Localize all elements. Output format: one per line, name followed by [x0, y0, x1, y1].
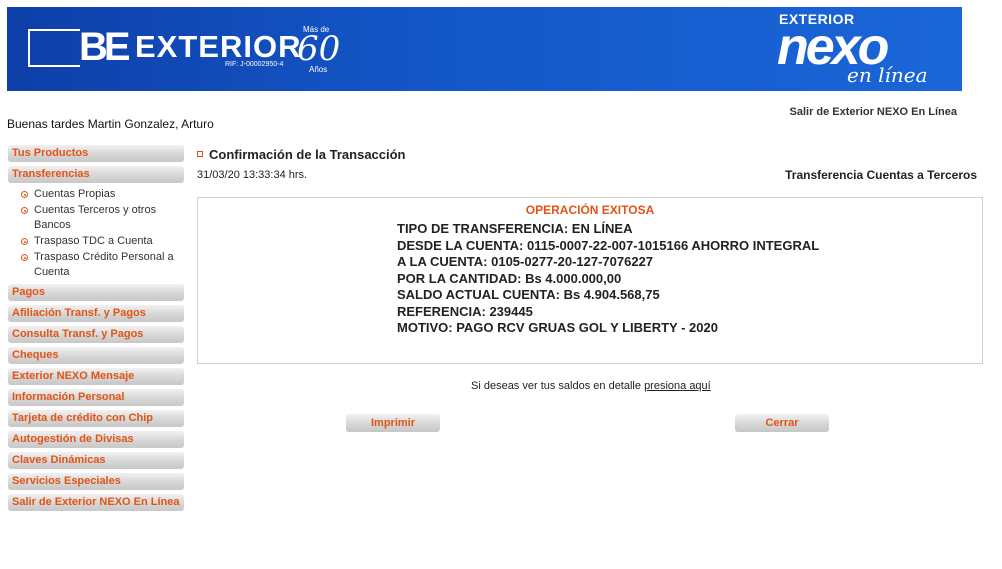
- bullet-icon: [21, 191, 28, 198]
- sidebar-item-tarjeta-chip[interactable]: Tarjeta de crédito con Chip: [8, 410, 184, 427]
- submenu-item-label: Cuentas Terceros y otros Bancos: [34, 204, 157, 231]
- transaction-timestamp: 31/03/20 13:33:34 hrs.: [197, 169, 308, 181]
- detail-reason: MOTIVO: PAGO RCV GRUAS GOL Y LIBERTY - 2…: [397, 320, 718, 335]
- bank-logo-mark: BE: [79, 25, 131, 69]
- sidebar-item-info-personal[interactable]: Información Personal: [8, 389, 184, 406]
- bank-logo-name: EXTERIOR: [135, 29, 302, 64]
- close-button[interactable]: Cerrar: [735, 414, 829, 432]
- product-logo-sub: en línea: [847, 63, 928, 87]
- sidebar-item-afiliacion[interactable]: Afiliación Transf. y Pagos: [8, 305, 184, 322]
- bullet-icon: [21, 207, 28, 214]
- sidebar-item-salir[interactable]: Salir de Exterior NEXO En Línea: [8, 494, 184, 511]
- sidebar-item-servicios[interactable]: Servicios Especiales: [8, 473, 184, 490]
- sidebar-item-nexo-mensaje[interactable]: Exterior NEXO Mensaje: [8, 368, 184, 385]
- balance-detail-prompt: Si deseas ver tus saldos en detalle pres…: [471, 380, 711, 392]
- detail-transfer-type: TIPO DE TRANSFERENCIA: EN LÍNEA: [397, 221, 633, 236]
- sidebar-item-tus-productos[interactable]: Tus Productos: [8, 145, 184, 162]
- anniversary-badge: Más de 60 Años: [295, 25, 341, 75]
- user-greeting: Buenas tardes Martin Gonzalez, Arturo: [7, 117, 214, 131]
- detail-reference: REFERENCIA: 239445: [397, 303, 533, 319]
- confirmation-panel: OPERACIÓN EXITOSA TIPO DE TRANSFERENCIA:…: [197, 197, 983, 364]
- transaction-details: TIPO DE TRANSFERENCIA: EN LÍNEA DESDE LA…: [397, 221, 819, 337]
- page-title: Confirmación de la Transacción: [197, 147, 406, 162]
- sidebar-item-transferencias[interactable]: Transferencias: [8, 166, 184, 183]
- detail-from-account: DESDE LA CUENTA: 0115-0007-22-007-101516…: [397, 237, 820, 253]
- bank-rif: RIF: J-00002950-4: [225, 61, 284, 68]
- print-button[interactable]: Imprimir: [346, 414, 440, 432]
- sidebar-menu: Tus Productos Transferencias Cuentas Pro…: [8, 145, 184, 515]
- submenu-item-label: Traspaso Crédito Personal a Cuenta: [34, 251, 174, 278]
- sidebar-item-consulta[interactable]: Consulta Transf. y Pagos: [8, 326, 184, 343]
- sidebar-item-cheques[interactable]: Cheques: [8, 347, 184, 364]
- page-title-text: Confirmación de la Transacción: [209, 147, 406, 162]
- submenu-item-label: Cuentas Propias: [34, 188, 116, 200]
- anniversary-number: 60: [297, 29, 341, 69]
- header-banner: BE EXTERIOR RIF: J-00002950-4 Más de 60 …: [7, 7, 962, 91]
- sidebar-item-divisas[interactable]: Autogestión de Divisas: [8, 431, 184, 448]
- submenu-item-cuentas-terceros[interactable]: Cuentas Terceros y otros Bancos: [8, 203, 184, 233]
- submenu-item-label: Traspaso TDC a Cuenta: [34, 235, 153, 247]
- title-bullet-icon: [197, 150, 203, 157]
- submenu-item-traspaso-credito[interactable]: Traspaso Crédito Personal a Cuenta: [8, 250, 184, 280]
- sidebar-item-claves[interactable]: Claves Dinámicas: [8, 452, 184, 469]
- detail-amount: POR LA CANTIDAD: Bs 4.000.000,00: [397, 270, 622, 286]
- bullet-icon: [21, 238, 28, 245]
- transfer-submenu: Cuentas Propias Cuentas Terceros y otros…: [8, 187, 184, 280]
- anniversary-suffix: Años: [309, 65, 328, 74]
- transaction-type: Transferencia Cuentas a Terceros: [785, 168, 977, 182]
- logout-link[interactable]: Salir de Exterior NEXO En Línea: [790, 106, 958, 118]
- status-message: OPERACIÓN EXITOSA: [525, 203, 655, 217]
- bank-logo-frame: [28, 29, 80, 67]
- balance-detail-text: Si deseas ver tus saldos en detalle: [471, 380, 641, 392]
- balance-detail-link[interactable]: presiona aquí: [644, 380, 711, 392]
- submenu-item-traspaso-tdc[interactable]: Traspaso TDC a Cuenta: [8, 234, 184, 249]
- detail-balance: SALDO ACTUAL CUENTA: Bs 4.904.568,75: [397, 287, 660, 302]
- sidebar-item-pagos[interactable]: Pagos: [8, 284, 184, 301]
- submenu-item-cuentas-propias[interactable]: Cuentas Propias: [8, 187, 184, 202]
- bullet-icon: [21, 254, 28, 261]
- detail-to-account: A LA CUENTA: 0105-0277-20-127-7076227: [397, 254, 654, 269]
